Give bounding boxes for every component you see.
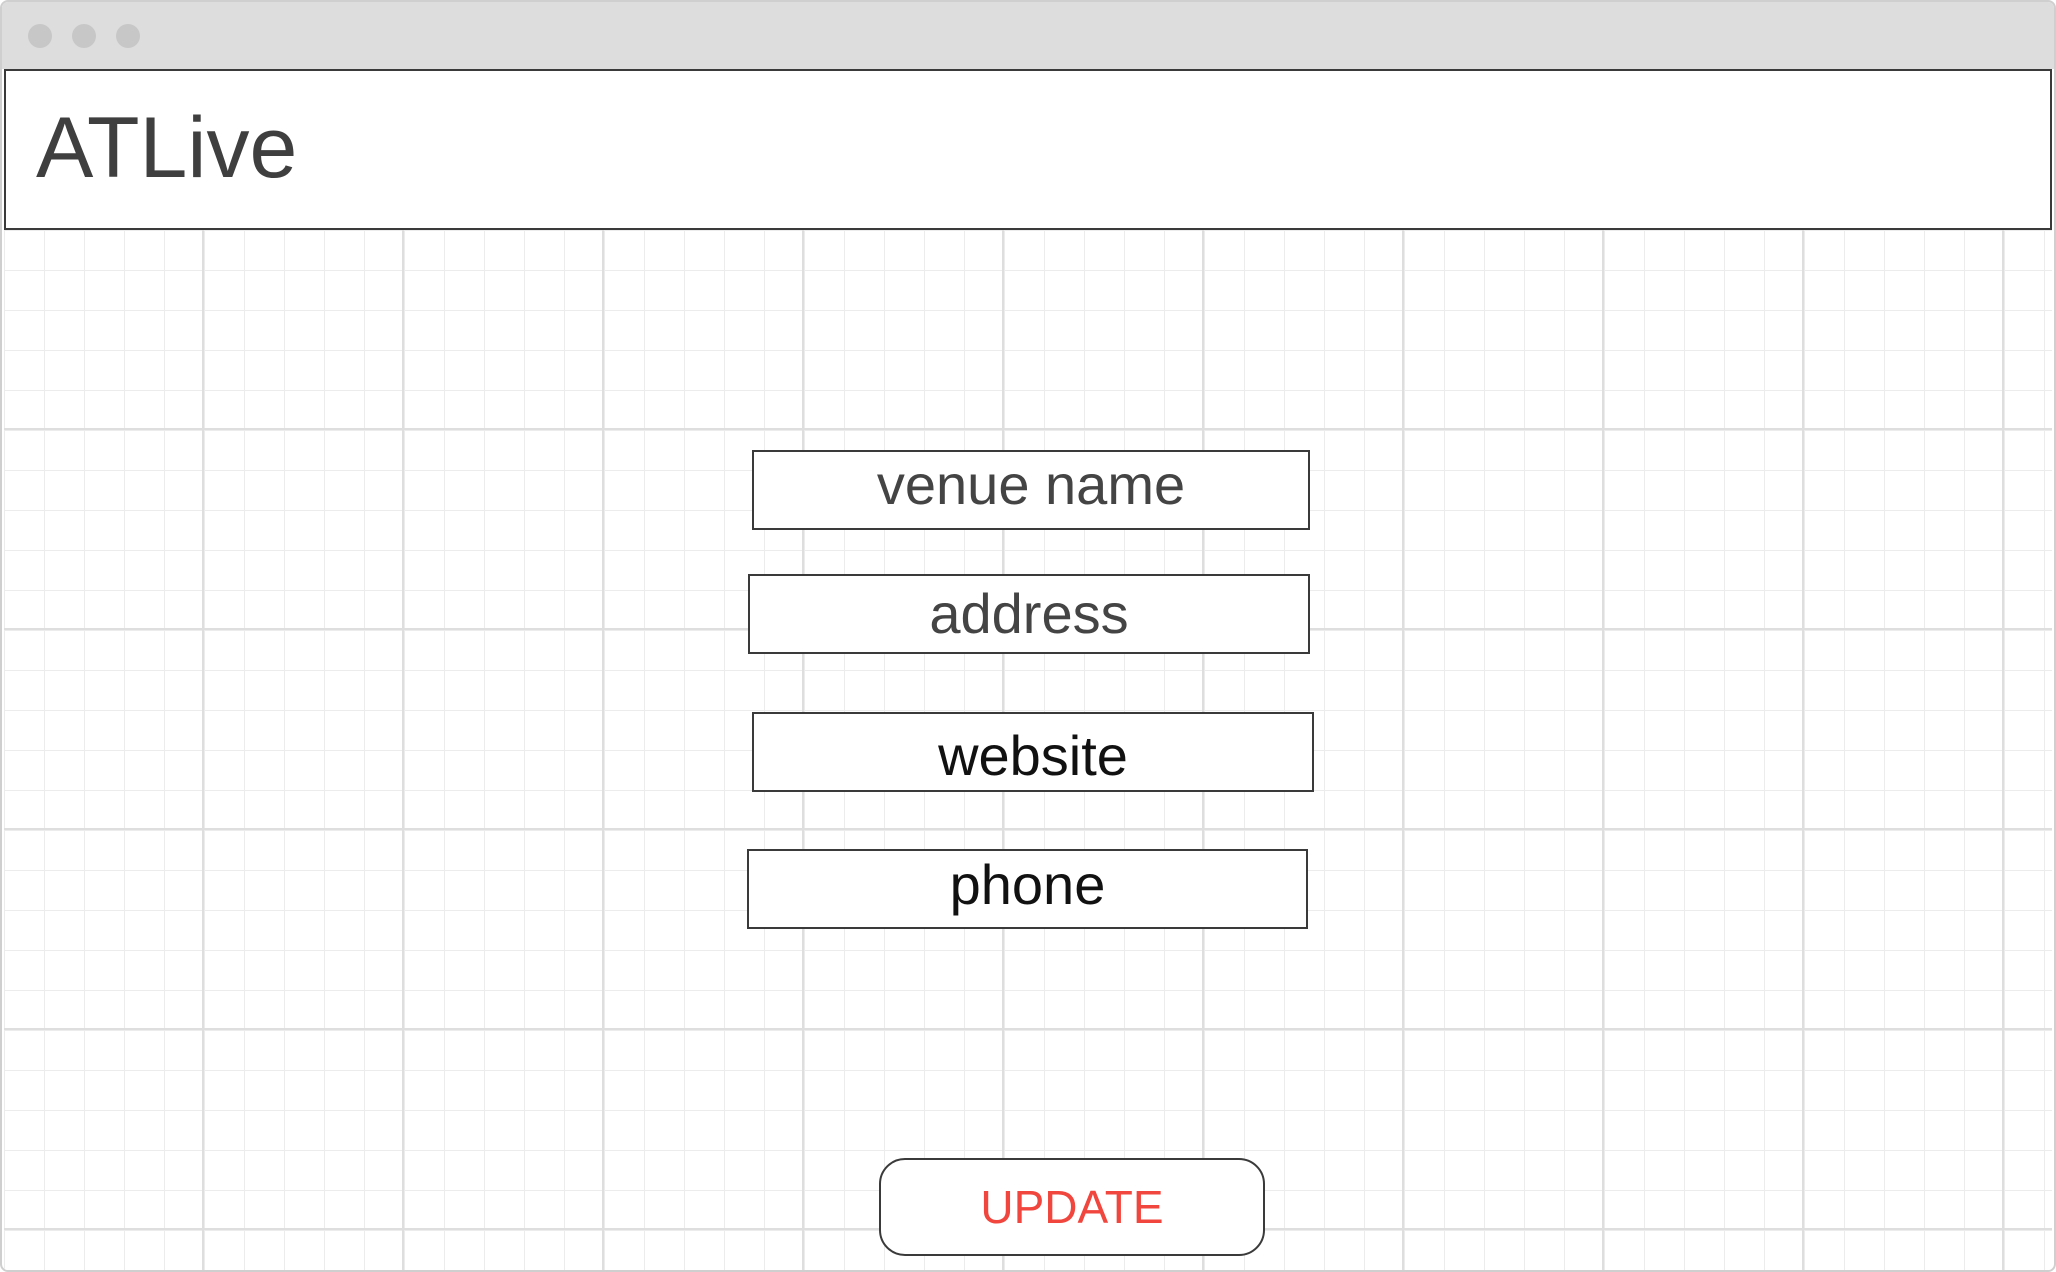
website-field[interactable]: website [752, 712, 1314, 792]
maximize-dot-icon[interactable] [116, 24, 140, 48]
address-field[interactable]: address [748, 574, 1310, 654]
close-dot-icon[interactable] [28, 24, 52, 48]
browser-window: ATLive venue name address website phone … [0, 0, 2056, 1272]
minimize-dot-icon[interactable] [72, 24, 96, 48]
window-titlebar [2, 2, 2054, 69]
app-title: ATLive [36, 100, 298, 196]
venue-name-field[interactable]: venue name [752, 450, 1310, 530]
phone-field[interactable]: phone [747, 849, 1308, 929]
app-header: ATLive [4, 69, 2052, 230]
update-button[interactable]: UPDATE [879, 1158, 1265, 1256]
